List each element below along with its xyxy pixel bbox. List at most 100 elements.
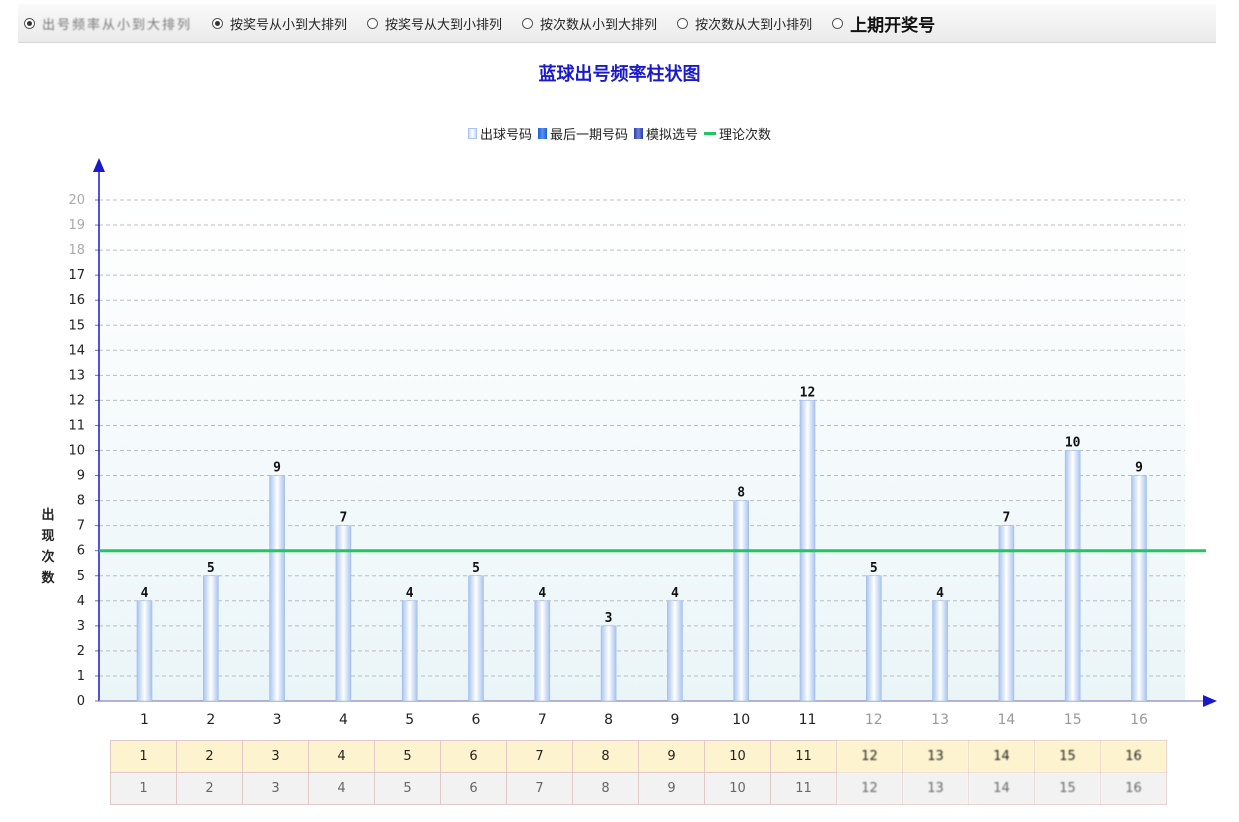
- bar-value-label: 7: [339, 511, 347, 526]
- bar: [1064, 450, 1081, 702]
- x-tick-label: 14: [997, 712, 1015, 728]
- y-tick-label: 14: [68, 343, 85, 358]
- x-tick-label: 7: [538, 712, 547, 728]
- x-tick-label: 11: [799, 712, 817, 728]
- bar-value-label: 10: [1065, 436, 1081, 451]
- table-cell: 3: [242, 740, 309, 773]
- x-tick-label: 8: [604, 712, 613, 728]
- bar-value-label: 4: [141, 586, 149, 601]
- table-cell: 6: [440, 740, 507, 773]
- y-tick-label: 19: [68, 218, 85, 233]
- table-cell: 16: [1100, 740, 1167, 773]
- bar-value-label: 4: [538, 586, 546, 601]
- bar-value-label: 12: [800, 385, 816, 400]
- x-tick-label: 2: [206, 712, 215, 728]
- table-cell: 2: [176, 740, 243, 773]
- x-tick-label: 9: [670, 712, 679, 728]
- y-tick-label: 9: [77, 469, 85, 484]
- bar-value-label: 5: [472, 561, 480, 576]
- y-tick-label: 20: [68, 193, 85, 208]
- x-tick-label: 12: [865, 712, 883, 728]
- x-tick-label: 3: [273, 712, 282, 728]
- bar: [136, 600, 153, 702]
- y-tick-label: 15: [68, 318, 85, 333]
- bar-value-label: 7: [1002, 511, 1010, 526]
- y-axis-arrow: [93, 158, 105, 172]
- y-tick-label: 4: [77, 594, 85, 609]
- x-axis-arrow: [1203, 695, 1217, 707]
- bar-value-label: 4: [936, 586, 944, 601]
- bar: [1131, 475, 1147, 702]
- bar: [534, 600, 551, 702]
- bar: [865, 575, 882, 702]
- table-cell: 14: [968, 772, 1035, 805]
- x-tick-label: 5: [405, 712, 414, 728]
- table-cell: 15: [1034, 772, 1101, 805]
- table-row: 1 2 3 4 5 6 7 8 9 10 11 12 13 14 15 16: [110, 772, 1167, 805]
- table-cell: 8: [572, 772, 639, 805]
- table-cell: 10: [704, 772, 771, 805]
- bar-value-label: 4: [406, 586, 414, 601]
- table-cell: 9: [638, 772, 705, 805]
- bar: [203, 575, 219, 702]
- x-tick-label: 1: [140, 712, 149, 728]
- table-row: 1 2 3 4 5 6 7 8 9 10 11 12 13 14 15 16: [110, 740, 1167, 773]
- y-tick-label: 2: [77, 644, 85, 659]
- table-cell: 12: [836, 772, 903, 805]
- table-cell: 5: [374, 772, 441, 805]
- bar: [667, 600, 683, 702]
- bar: [932, 600, 948, 702]
- bar-value-label: 4: [671, 586, 679, 601]
- x-tick-label: 4: [339, 712, 348, 728]
- bar-value-label: 5: [870, 561, 878, 576]
- table-cell: 13: [902, 772, 969, 805]
- bar: [269, 475, 285, 702]
- table-cell: 13: [902, 740, 969, 773]
- y-tick-label: 11: [68, 418, 85, 433]
- y-tick-label: 17: [68, 268, 85, 283]
- table-cell: 8: [572, 740, 639, 773]
- table-cell: 7: [506, 772, 573, 805]
- table-cell: 9: [638, 740, 705, 773]
- x-tick-label: 15: [1064, 712, 1082, 728]
- bar-value-label: 5: [207, 561, 215, 576]
- y-tick-label: 18: [68, 243, 85, 258]
- bar-value-label: 9: [1135, 461, 1143, 476]
- bar: [600, 625, 617, 702]
- table-cell: 15: [1034, 740, 1101, 773]
- table-cell: 5: [374, 740, 441, 773]
- y-tick-label: 3: [77, 619, 85, 634]
- y-tick-label: 6: [77, 544, 85, 559]
- y-tick-label: 8: [77, 494, 85, 509]
- table-cell: 4: [308, 740, 375, 773]
- y-tick-label: 10: [68, 444, 85, 459]
- table-cell: 3: [242, 772, 309, 805]
- table-cell: 4: [308, 772, 375, 805]
- table-cell: 16: [1100, 772, 1167, 805]
- y-tick-label: 13: [68, 368, 85, 383]
- y-tick-label: 7: [77, 519, 85, 534]
- y-tick-label: 1: [77, 669, 85, 684]
- table-cell: 7: [506, 740, 573, 773]
- bar: [733, 500, 750, 702]
- table-cell: 6: [440, 772, 507, 805]
- table-cell: 11: [770, 740, 837, 773]
- table-cell: 10: [704, 740, 771, 773]
- number-table: 1 2 3 4 5 6 7 8 9 10 11 12 13 14 15 16 1 2 3 4 5 6 7 8 9 10 11 12 13…: [110, 740, 1167, 805]
- x-tick-label: 13: [931, 712, 949, 728]
- y-tick-label: 5: [77, 569, 85, 584]
- bar-value-label: 8: [737, 486, 745, 501]
- table-cell: 12: [836, 740, 903, 773]
- table-cell: 2: [176, 772, 243, 805]
- x-tick-label: 16: [1130, 712, 1148, 728]
- table-cell: 11: [770, 772, 837, 805]
- table-cell: 1: [110, 740, 177, 773]
- y-tick-label: 0: [77, 694, 85, 709]
- bar: [468, 575, 484, 702]
- y-tick-label: 16: [68, 293, 85, 308]
- x-tick-label: 10: [732, 712, 750, 728]
- bar-chart: 0123456789101112131415161718192041529374…: [68, 158, 1217, 728]
- table-cell: 1: [110, 772, 177, 805]
- bar: [401, 600, 418, 702]
- bar-value-label: 9: [273, 461, 281, 476]
